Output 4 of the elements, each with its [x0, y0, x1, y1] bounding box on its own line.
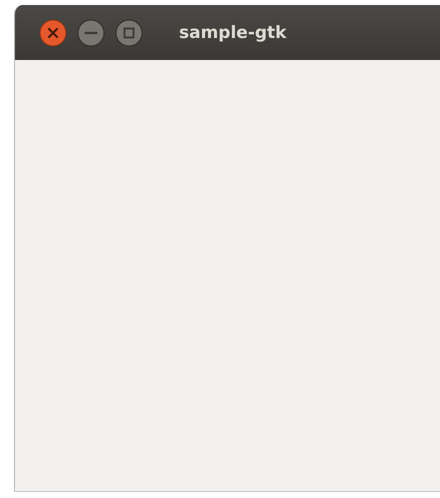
- maximize-icon[interactable]: [115, 18, 143, 46]
- window-title: sample-gtk: [179, 22, 286, 42]
- minimize-icon[interactable]: [77, 18, 105, 46]
- close-icon[interactable]: [39, 18, 67, 46]
